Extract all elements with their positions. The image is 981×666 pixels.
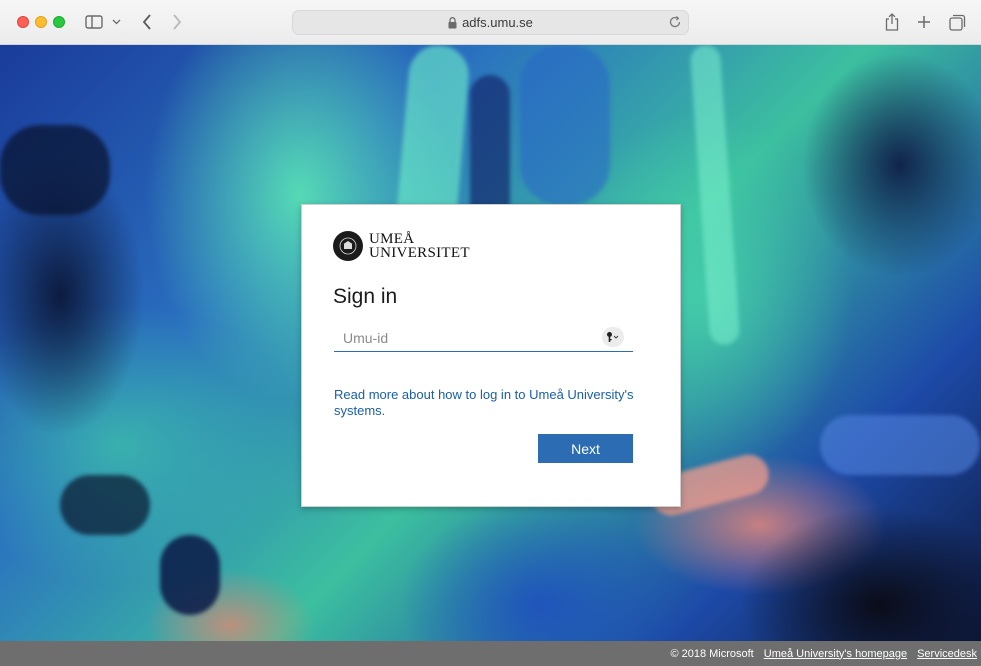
url-text: adfs.umu.se — [462, 15, 533, 30]
next-button[interactable]: Next — [538, 434, 633, 463]
minimize-window-button[interactable] — [35, 16, 47, 28]
sign-in-card: UMEÅ UNIVERSITET Sign in Read more about… — [301, 204, 681, 507]
username-input[interactable] — [334, 325, 594, 351]
page-title: Sign in — [333, 285, 398, 308]
key-icon[interactable] — [602, 327, 624, 347]
lock-icon — [448, 16, 457, 29]
reload-icon[interactable] — [668, 15, 682, 29]
seal-icon — [333, 231, 363, 261]
copyright-text: © 2018 Microsoft — [670, 647, 754, 660]
back-icon[interactable] — [138, 11, 156, 33]
sidebar-icon[interactable] — [84, 11, 104, 33]
share-icon[interactable] — [882, 11, 902, 33]
logo-line-1: UMEÅ — [369, 231, 415, 247]
zoom-window-button[interactable] — [53, 16, 65, 28]
tabs-icon[interactable] — [946, 11, 968, 33]
logo-line-2: UNIVERSITET — [369, 245, 470, 261]
close-window-button[interactable] — [17, 16, 29, 28]
help-link[interactable]: Read more about how to log in to Umeå Un… — [334, 387, 649, 419]
footer: © 2018 Microsoft Umeå University's homep… — [0, 641, 981, 666]
username-field — [334, 325, 633, 352]
homepage-link[interactable]: Umeå University's homepage — [764, 648, 907, 660]
browser-toolbar: adfs.umu.se — [0, 0, 981, 45]
servicedesk-link[interactable]: Servicedesk — [917, 648, 977, 660]
address-bar[interactable]: adfs.umu.se — [292, 10, 689, 35]
plus-icon[interactable] — [914, 11, 934, 33]
forward-icon[interactable] — [168, 11, 186, 33]
chevron-down-icon[interactable] — [110, 11, 122, 33]
university-logo: UMEÅ UNIVERSITET — [333, 231, 470, 261]
